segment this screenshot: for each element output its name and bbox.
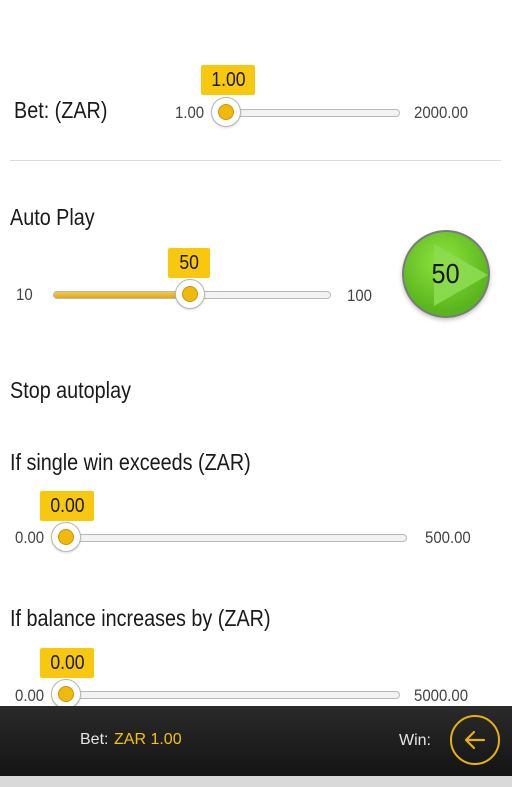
- footer-bet-label: Bet:: [80, 731, 109, 748]
- bet-value-badge: 1.00: [201, 65, 255, 95]
- footer-win-label: Win:: [399, 732, 431, 749]
- autoplay-slider-thumb[interactable]: [175, 279, 205, 309]
- stop-autoplay-heading: Stop autoplay: [10, 377, 131, 403]
- play-button-count: 50: [431, 258, 461, 289]
- single-win-value-badge: 0.00: [40, 491, 94, 521]
- bet-min-label: 1.00: [175, 103, 205, 122]
- single-win-slider-track[interactable]: [64, 534, 407, 542]
- single-win-label: If single win exceeds (ZAR): [10, 449, 251, 475]
- bet-slider-thumb[interactable]: [211, 97, 241, 127]
- balance-increase-slider-thumb[interactable]: [51, 679, 81, 709]
- balance-increase-slider-track[interactable]: [64, 691, 400, 699]
- autoplay-value-badge: 50: [168, 248, 210, 278]
- single-win-slider-thumb[interactable]: [51, 522, 81, 552]
- balance-increase-label: If balance increases by (ZAR): [10, 605, 271, 631]
- balance-increase-max-label: 5000.00: [414, 686, 469, 705]
- autoplay-label: Auto Play: [10, 204, 95, 230]
- bottom-edge: [0, 776, 512, 787]
- autoplay-slider-fill: [54, 292, 186, 298]
- back-button[interactable]: [450, 715, 500, 765]
- section-divider: [10, 160, 501, 161]
- start-autoplay-button[interactable]: 50: [402, 230, 490, 318]
- bet-label: Bet: (ZAR): [14, 97, 108, 123]
- autoplay-max-label: 100: [347, 286, 372, 305]
- autoplay-min-label: 10: [16, 285, 33, 304]
- footer-bar: [0, 706, 512, 776]
- arrow-left-icon: [464, 730, 486, 750]
- single-win-max-label: 500.00: [425, 528, 471, 547]
- single-win-min-label: 0.00: [15, 528, 45, 547]
- bet-max-label: 2000.00: [414, 103, 469, 122]
- bet-slider-track[interactable]: [222, 109, 400, 117]
- balance-increase-value-badge: 0.00: [40, 648, 94, 678]
- balance-increase-min-label: 0.00: [15, 686, 45, 705]
- footer-bet-value: ZAR 1.00: [114, 731, 182, 748]
